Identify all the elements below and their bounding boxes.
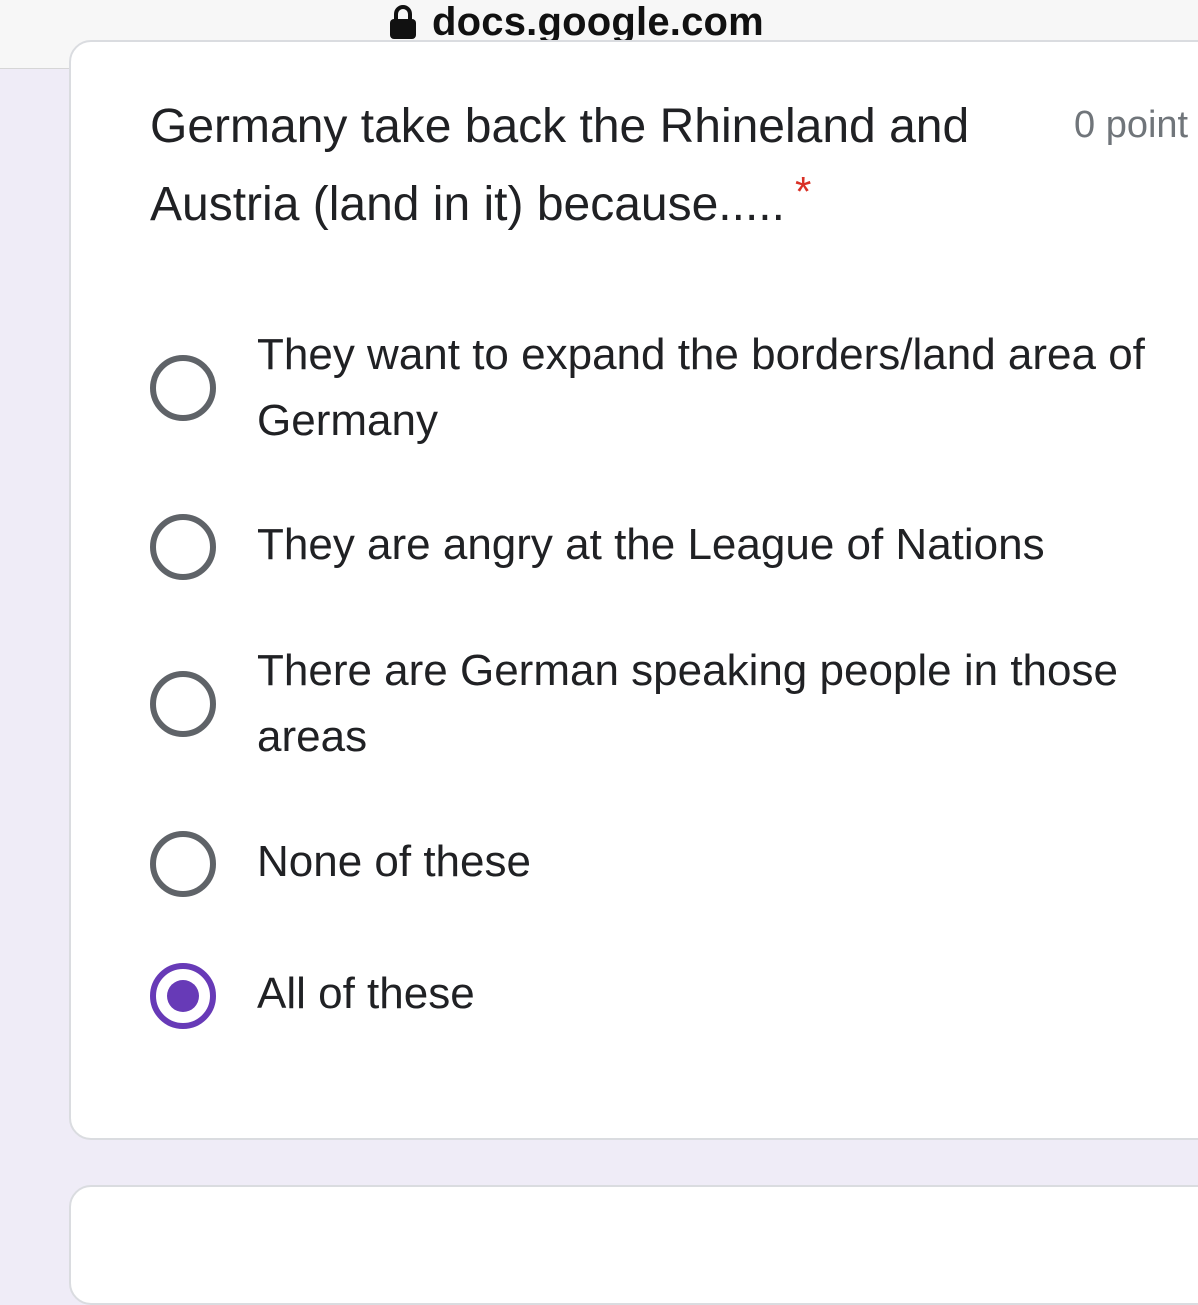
option-expand-borders[interactable]: They want to expand the borders/land are… — [150, 322, 1190, 454]
option-label: None of these — [257, 837, 531, 886]
radio-button-selected[interactable] — [150, 963, 216, 1029]
question-text: Germany take back the Rhineland and Aust… — [150, 100, 970, 231]
option-label: They want to expand the borders/land are… — [257, 330, 1145, 445]
next-question-card — [69, 1185, 1198, 1305]
option-angry-league[interactable]: They are angry at the League of Nations — [150, 512, 1190, 580]
lock-icon — [390, 5, 416, 39]
question-title: Germany take back the Rhineland and Aust… — [150, 88, 980, 245]
option-all[interactable]: All of these — [150, 961, 1190, 1029]
radio-button[interactable] — [150, 831, 216, 897]
radio-button[interactable] — [150, 671, 216, 737]
option-none[interactable]: None of these — [150, 829, 1190, 897]
option-german-speaking[interactable]: There are German speaking people in thos… — [150, 638, 1190, 770]
url-text: docs.google.com — [432, 0, 764, 44]
option-label: All of these — [257, 969, 475, 1018]
radio-button[interactable] — [150, 514, 216, 580]
radio-button[interactable] — [150, 355, 216, 421]
option-label: They are angry at the League of Nations — [257, 520, 1045, 569]
points-label: 0 point — [1074, 104, 1189, 146]
required-asterisk: * — [794, 168, 812, 215]
option-label: There are German speaking people in thos… — [257, 646, 1118, 761]
url-display[interactable]: docs.google.com — [388, 0, 764, 44]
